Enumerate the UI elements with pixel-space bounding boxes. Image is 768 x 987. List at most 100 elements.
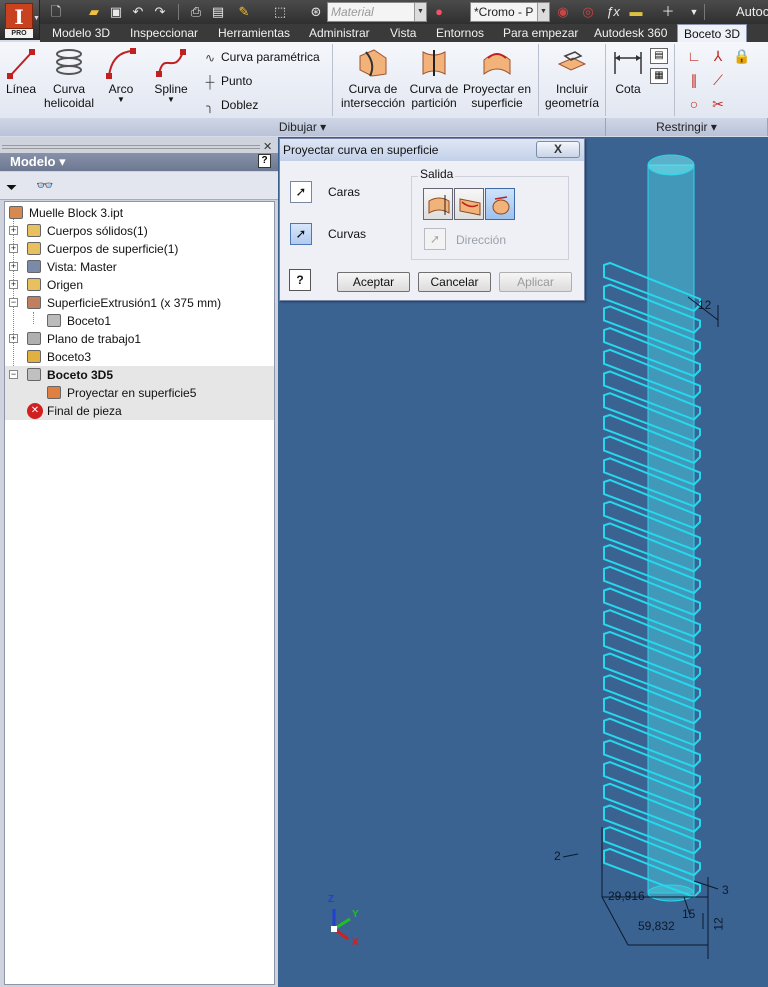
dialog-title-bar[interactable]: Proyectar curva en superficie X — [280, 139, 584, 161]
tree-node[interactable]: Boceto3 — [5, 348, 274, 366]
close-button[interactable]: X — [536, 141, 580, 158]
update-icon[interactable]: ⊛ — [308, 4, 324, 20]
tree-node[interactable]: − SuperficieExtrusión1 (x 375 mm) — [5, 294, 274, 312]
expand-icon[interactable]: + — [9, 226, 18, 235]
help-icon[interactable]: ? — [289, 269, 311, 291]
constraint-settings-icon[interactable]: ▦ — [650, 68, 668, 84]
smooth-constraint-icon[interactable]: ✂ — [708, 94, 728, 114]
properties-icon[interactable]: ▤ — [210, 4, 226, 20]
chevron-down-icon[interactable]: ▼ — [686, 4, 702, 20]
tree-node[interactable]: Boceto1 — [5, 312, 274, 330]
tree-node[interactable]: + Origen — [5, 276, 274, 294]
caras-select-button[interactable]: ➚ — [290, 181, 312, 203]
tree-node[interactable]: + Cuerpos de superficie(1) — [5, 240, 274, 258]
tree-node[interactable]: Muelle Block 3.ipt — [5, 204, 274, 222]
curva-particion-button[interactable]: Curva de partición — [408, 46, 460, 110]
expand-icon[interactable]: + — [9, 280, 18, 289]
proyectar-superficie-label-1: Proyectar en — [462, 82, 532, 96]
doblez-button[interactable]: ╮ Doblez — [202, 96, 258, 114]
spline-button[interactable]: Spline ▼ — [148, 46, 194, 104]
cota-button[interactable]: Cota — [608, 46, 648, 96]
tab-modelo-3d[interactable]: Modelo 3D — [46, 24, 116, 42]
curva-helicoidal-button[interactable]: Curva helicoidal — [40, 46, 98, 110]
dimension-3[interactable]: 3 — [722, 883, 729, 897]
clear-appearance-icon[interactable]: ◉ — [555, 4, 571, 20]
color-wheel-icon[interactable]: ● — [431, 4, 447, 20]
undo-icon[interactable]: ↶ — [130, 4, 146, 20]
perpendicular-constraint-icon[interactable]: ∟ — [684, 46, 704, 66]
tangent-constraint-icon[interactable]: ○ — [684, 94, 704, 114]
wrap-output-button[interactable] — [454, 188, 484, 220]
incluir-geometria-button[interactable]: Incluir geometría — [542, 46, 602, 110]
tab-para-empezar[interactable]: Para empezar — [497, 24, 584, 42]
intersection-curve-icon — [359, 49, 387, 77]
application-menu-button[interactable]: I PRO ▼ — [0, 0, 40, 40]
tree-node[interactable]: + Vista: Master — [5, 258, 274, 276]
collinear-constraint-icon[interactable]: ⟋ — [708, 70, 728, 90]
adjust-appearance-icon[interactable]: ◎ — [580, 4, 596, 20]
lock-constraint-icon[interactable]: 🔒 — [732, 46, 752, 66]
linea-button[interactable]: Línea — [2, 46, 40, 96]
plus-icon[interactable]: ＋ — [660, 4, 676, 20]
dimension-2[interactable]: 2 — [554, 849, 561, 863]
help-icon[interactable]: ? — [258, 154, 271, 168]
redo-icon[interactable]: ↷ — [152, 4, 168, 20]
new-file-icon[interactable]: 🗋 — [48, 4, 64, 20]
project-output-button[interactable] — [423, 188, 453, 220]
expand-icon[interactable]: + — [9, 244, 18, 253]
print-icon[interactable]: ⎙ — [188, 4, 204, 20]
open-folder-icon[interactable]: ▰ — [86, 4, 102, 20]
expand-icon[interactable]: + — [9, 334, 18, 343]
tree-node[interactable]: + Plano de trabajo1 — [5, 330, 274, 348]
project-icon[interactable]: ✎ — [236, 4, 252, 20]
arco-button[interactable]: Arco ▼ — [100, 46, 142, 104]
closest-point-output-button[interactable] — [485, 188, 515, 220]
fx-parameters-icon[interactable]: ƒx — [605, 4, 621, 20]
show-constraints-icon[interactable]: ▤ — [650, 48, 668, 64]
aplicar-button[interactable]: Aplicar — [499, 272, 572, 292]
cylinder-surface — [647, 154, 695, 902]
dimension-12b[interactable]: 12 — [712, 917, 726, 930]
tab-boceto-3d[interactable]: Boceto 3D — [677, 24, 748, 42]
punto-button[interactable]: ┼ Punto — [202, 72, 253, 90]
tree-node[interactable]: − Boceto 3D5 — [5, 366, 274, 384]
dimension-12[interactable]: 12 — [698, 298, 711, 312]
appearance-dropdown[interactable]: *Cromo - P ▼ — [470, 2, 550, 22]
tree-node-label: SuperficieExtrusión1 (x 375 mm) — [47, 296, 222, 310]
collapse-icon[interactable]: − — [9, 298, 18, 307]
collapse-icon[interactable]: − — [9, 370, 18, 379]
aceptar-button[interactable]: Aceptar — [337, 272, 410, 292]
proyectar-superficie-button[interactable]: Proyectar en superficie — [460, 46, 534, 110]
direccion-select-button[interactable]: ➚ — [424, 228, 446, 250]
tab-inspeccionar[interactable]: Inspeccionar — [124, 24, 204, 42]
material-dropdown[interactable]: Material ▼ — [327, 2, 427, 22]
dimension-29-916[interactable]: 29,916 — [608, 889, 645, 903]
curvas-select-button[interactable]: ➚ — [290, 223, 312, 245]
tab-herramientas[interactable]: Herramientas — [212, 24, 296, 42]
tree-node[interactable]: ✕ Final de pieza — [5, 402, 274, 420]
select-icon[interactable]: ⬚ — [272, 4, 288, 20]
measure-icon[interactable]: ▬ — [628, 4, 644, 20]
cancelar-button[interactable]: Cancelar — [418, 272, 491, 292]
tree-node[interactable]: + Cuerpos sólidos(1) — [5, 222, 274, 240]
parallel-constraint-icon[interactable]: ∥ — [684, 70, 704, 90]
tab-entornos[interactable]: Entornos — [430, 24, 490, 42]
coincident-constraint-icon[interactable]: ⅄ — [708, 46, 728, 66]
filter-icon[interactable]: ⏷ — [6, 179, 17, 196]
binoculars-icon[interactable]: 👓 — [36, 177, 53, 194]
dimension-15[interactable]: 15 — [682, 907, 695, 921]
tree-node[interactable]: Proyectar en superficie5 — [5, 384, 274, 402]
panel-grip[interactable] — [2, 145, 260, 149]
tab-autodesk-360[interactable]: Autodesk 360 — [588, 24, 673, 42]
curva-interseccion-button[interactable]: Curva de intersección — [338, 46, 408, 110]
tab-administrar[interactable]: Administrar — [303, 24, 376, 42]
panel-title-restringir[interactable]: Restringir ▾ — [606, 118, 768, 136]
panel-title-dibujar[interactable]: Dibujar ▾ — [0, 118, 606, 136]
expand-icon[interactable]: + — [9, 262, 18, 271]
browser-header[interactable]: Modelo ▾ ? — [0, 153, 278, 171]
save-icon[interactable]: ▣ — [108, 4, 124, 20]
tab-vista[interactable]: Vista — [384, 24, 422, 42]
dimension-59-832[interactable]: 59,832 — [638, 919, 675, 933]
curva-parametrica-button[interactable]: ∿ Curva paramétrica — [202, 48, 320, 66]
close-icon[interactable]: ✕ — [263, 140, 272, 153]
